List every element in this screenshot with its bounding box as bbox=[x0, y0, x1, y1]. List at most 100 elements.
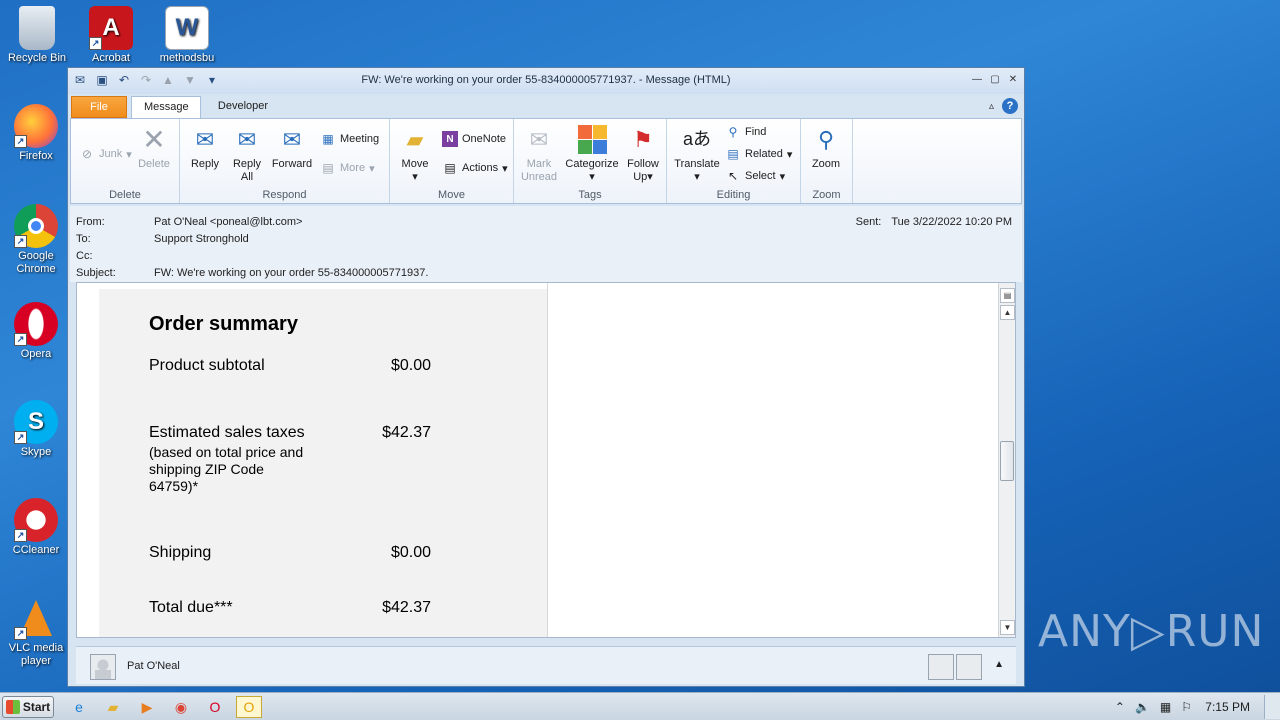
from-value[interactable]: Pat O'Neal <poneal@lbt.com> bbox=[154, 216, 302, 228]
contact-photo-icon[interactable] bbox=[928, 654, 954, 680]
tab-message[interactable]: Message bbox=[131, 96, 201, 118]
message-body[interactable]: Order summary Product subtotal $0.00 Est… bbox=[76, 282, 1016, 638]
windows-logo-icon bbox=[5, 700, 20, 714]
delete-icon: ✕ bbox=[142, 123, 166, 155]
onenote-button[interactable]: N OneNote bbox=[442, 130, 506, 148]
actions-icon: ▤ bbox=[444, 161, 456, 175]
summary-line: Estimated sales taxes (based on total pri… bbox=[149, 424, 431, 494]
desktop-icon-recycle-bin[interactable]: Recycle Bin bbox=[2, 6, 72, 65]
move-folder-icon: ▰ bbox=[406, 126, 424, 152]
taskbar: Start e ▰ ▶ ◉ O O ⌃ 🔈 ▦ ⚐ 7:15 PM bbox=[0, 692, 1280, 720]
desktop-icon-acrobat[interactable]: A ↗ Acrobat bbox=[76, 6, 146, 64]
reply-icon: ✉ bbox=[195, 126, 215, 152]
internet-explorer-icon[interactable]: e bbox=[66, 696, 92, 718]
ccleaner-icon: ↗ bbox=[14, 498, 58, 542]
word-document-icon: W bbox=[165, 6, 209, 50]
collapse-ribbon-icon[interactable]: ▵ bbox=[989, 101, 994, 112]
reply-all-icon: ✉ bbox=[237, 126, 257, 152]
minimize-icon[interactable]: — bbox=[970, 72, 984, 86]
scroll-thumb[interactable] bbox=[1000, 441, 1014, 481]
clock[interactable]: 7:15 PM bbox=[1205, 700, 1250, 714]
magnifier-icon: ⚲ bbox=[817, 126, 835, 152]
to-value[interactable]: Support Stronghold bbox=[154, 233, 249, 245]
contact-name[interactable]: Pat O'Neal bbox=[127, 660, 180, 672]
junk-button[interactable]: ⊘ Junk ▾ bbox=[79, 145, 132, 163]
media-player-icon[interactable]: ▶ bbox=[134, 696, 160, 718]
title-bar: ✉ ▣ ↶ ↷ ▲ ▼ ▾ FW: We're working on your … bbox=[68, 68, 1024, 94]
desktop-icon-ccleaner[interactable]: ↗ CCleaner bbox=[1, 498, 71, 557]
forward-button[interactable]: ✉ Forward bbox=[269, 123, 315, 171]
translate-icon: aあ bbox=[682, 128, 711, 149]
opera-taskbar-icon[interactable]: O bbox=[202, 696, 228, 718]
desktop-icon-chrome[interactable]: ↗ Google Chrome bbox=[1, 204, 71, 276]
ribbon: ⊘ Junk ▾ ✕ Delete Delete ✉ Reply ✉ Reply … bbox=[70, 118, 1022, 204]
tab-file[interactable]: File bbox=[71, 96, 127, 118]
reply-button[interactable]: ✉ Reply bbox=[182, 123, 228, 171]
close-icon[interactable]: ✕ bbox=[1006, 72, 1020, 86]
mark-unread-button[interactable]: ✉ Mark Unread bbox=[516, 123, 562, 184]
watermark: ANY▷RUN bbox=[1038, 606, 1265, 657]
actions-button[interactable]: ▤ Actions ▾ bbox=[442, 159, 507, 177]
forward-icon: ✉ bbox=[282, 126, 302, 152]
outlook-taskbar-icon[interactable]: O bbox=[236, 696, 262, 718]
zoom-button[interactable]: ⚲ Zoom bbox=[803, 123, 849, 171]
group-editing: aあ Translate ▾ ⚲ Find ▤ Related ▾ ↖ Select… bbox=[667, 119, 801, 203]
contact-photo-icon[interactable] bbox=[956, 654, 982, 680]
group-move: ▰ Move ▾ N OneNote ▤ Actions ▾ Move bbox=[390, 119, 514, 203]
help-icon[interactable]: ? bbox=[1002, 98, 1018, 114]
related-button[interactable]: ▤ Related ▾ bbox=[725, 145, 792, 163]
desktop-icon-vlc[interactable]: ↗ VLC media player bbox=[1, 596, 71, 668]
select-button[interactable]: ↖ Select ▾ bbox=[725, 167, 785, 185]
recycle-bin-icon bbox=[19, 6, 55, 50]
show-desktop-button[interactable] bbox=[1264, 695, 1280, 719]
related-icon: ▤ bbox=[727, 147, 739, 161]
categorize-button[interactable]: Categorize ▾ bbox=[562, 123, 622, 184]
contact-avatar[interactable] bbox=[90, 654, 116, 680]
desktop-icon-skype[interactable]: S ↗ Skype bbox=[1, 400, 71, 459]
translate-button[interactable]: aあ Translate ▾ bbox=[671, 123, 723, 184]
desktop-icon-methodsbu[interactable]: W methodsbu bbox=[152, 6, 222, 64]
summary-line: Shipping $0.00 bbox=[149, 544, 431, 561]
scroll-down-icon[interactable]: ▼ bbox=[1000, 620, 1015, 635]
opera-icon: ↗ bbox=[14, 302, 58, 346]
volume-icon[interactable]: 🔈 bbox=[1135, 700, 1150, 714]
chrome-icon: ↗ bbox=[14, 204, 58, 248]
people-pane: Pat O'Neal ▲ bbox=[76, 646, 1016, 684]
categorize-icon bbox=[576, 123, 608, 155]
sent-value: Tue 3/22/2022 10:20 PM bbox=[891, 216, 1012, 228]
delete-button[interactable]: ✕ Delete bbox=[131, 123, 177, 171]
junk-icon: ⊘ bbox=[81, 147, 93, 161]
tab-developer[interactable]: Developer bbox=[205, 96, 281, 118]
explorer-folder-icon[interactable]: ▰ bbox=[100, 696, 126, 718]
tray-expand-icon[interactable]: ⌃ bbox=[1115, 700, 1125, 714]
start-button[interactable]: Start bbox=[2, 696, 54, 718]
expand-people-pane-icon[interactable]: ▲ bbox=[994, 659, 1004, 670]
scroll-mini-icon[interactable]: ▤ bbox=[1000, 288, 1015, 303]
reply-all-button[interactable]: ✉ Reply All bbox=[224, 123, 270, 184]
desktop-icon-opera[interactable]: ↗ Opera bbox=[1, 302, 71, 361]
ribbon-tabs: File Message Developer ▵ ? bbox=[68, 94, 1024, 118]
action-center-flag-icon[interactable]: ⚐ bbox=[1181, 700, 1192, 714]
acrobat-icon: A ↗ bbox=[89, 6, 133, 50]
group-respond: ✉ Reply ✉ Reply All ✉ Forward ▦ Meeting … bbox=[180, 119, 390, 203]
move-button[interactable]: ▰ Move ▾ bbox=[392, 123, 438, 184]
find-button[interactable]: ⚲ Find bbox=[725, 123, 767, 141]
group-delete: ⊘ Junk ▾ ✕ Delete Delete bbox=[71, 119, 180, 203]
mark-unread-icon: ✉ bbox=[529, 126, 549, 152]
vertical-scrollbar[interactable]: ▤ ▲ ▼ bbox=[998, 283, 1015, 637]
subject-value: FW: We're working on your order 55-83400… bbox=[154, 267, 429, 279]
network-icon[interactable]: ▦ bbox=[1160, 700, 1171, 714]
binoculars-icon: ⚲ bbox=[728, 125, 738, 139]
more-button[interactable]: ▤ More ▾ bbox=[320, 159, 374, 177]
summary-line: Total due*** $42.37 bbox=[149, 599, 431, 616]
window-title: FW: We're working on your order 55-83400… bbox=[361, 74, 731, 86]
group-zoom: ⚲ Zoom Zoom bbox=[801, 119, 853, 203]
order-summary-panel: Order summary Product subtotal $0.00 Est… bbox=[99, 289, 547, 637]
follow-up-button[interactable]: ⚑ Follow Up▾ bbox=[620, 123, 666, 184]
maximize-icon[interactable]: ▢ bbox=[988, 72, 1002, 86]
desktop-icon-firefox[interactable]: ↗ Firefox bbox=[1, 104, 71, 163]
firefox-icon: ↗ bbox=[14, 104, 58, 148]
scroll-up-icon[interactable]: ▲ bbox=[1000, 305, 1015, 320]
meeting-button[interactable]: ▦ Meeting bbox=[320, 130, 379, 148]
chrome-taskbar-icon[interactable]: ◉ bbox=[168, 696, 194, 718]
